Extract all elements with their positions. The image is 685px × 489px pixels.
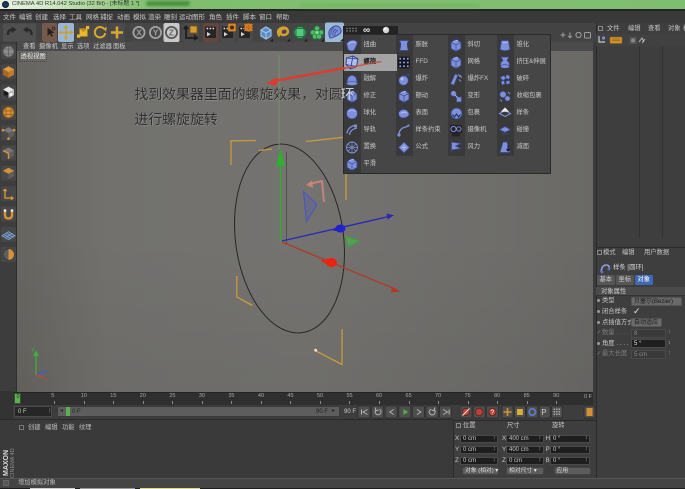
- svg-text:?: ?: [490, 410, 494, 417]
- svg-text:P: P: [541, 408, 546, 417]
- svg-text:∞: ∞: [363, 26, 370, 34]
- svg-text:Y: Y: [31, 348, 35, 354]
- svg-text:X: X: [136, 28, 142, 38]
- svg-text:Z: Z: [169, 28, 174, 38]
- svg-text:Y: Y: [153, 28, 159, 38]
